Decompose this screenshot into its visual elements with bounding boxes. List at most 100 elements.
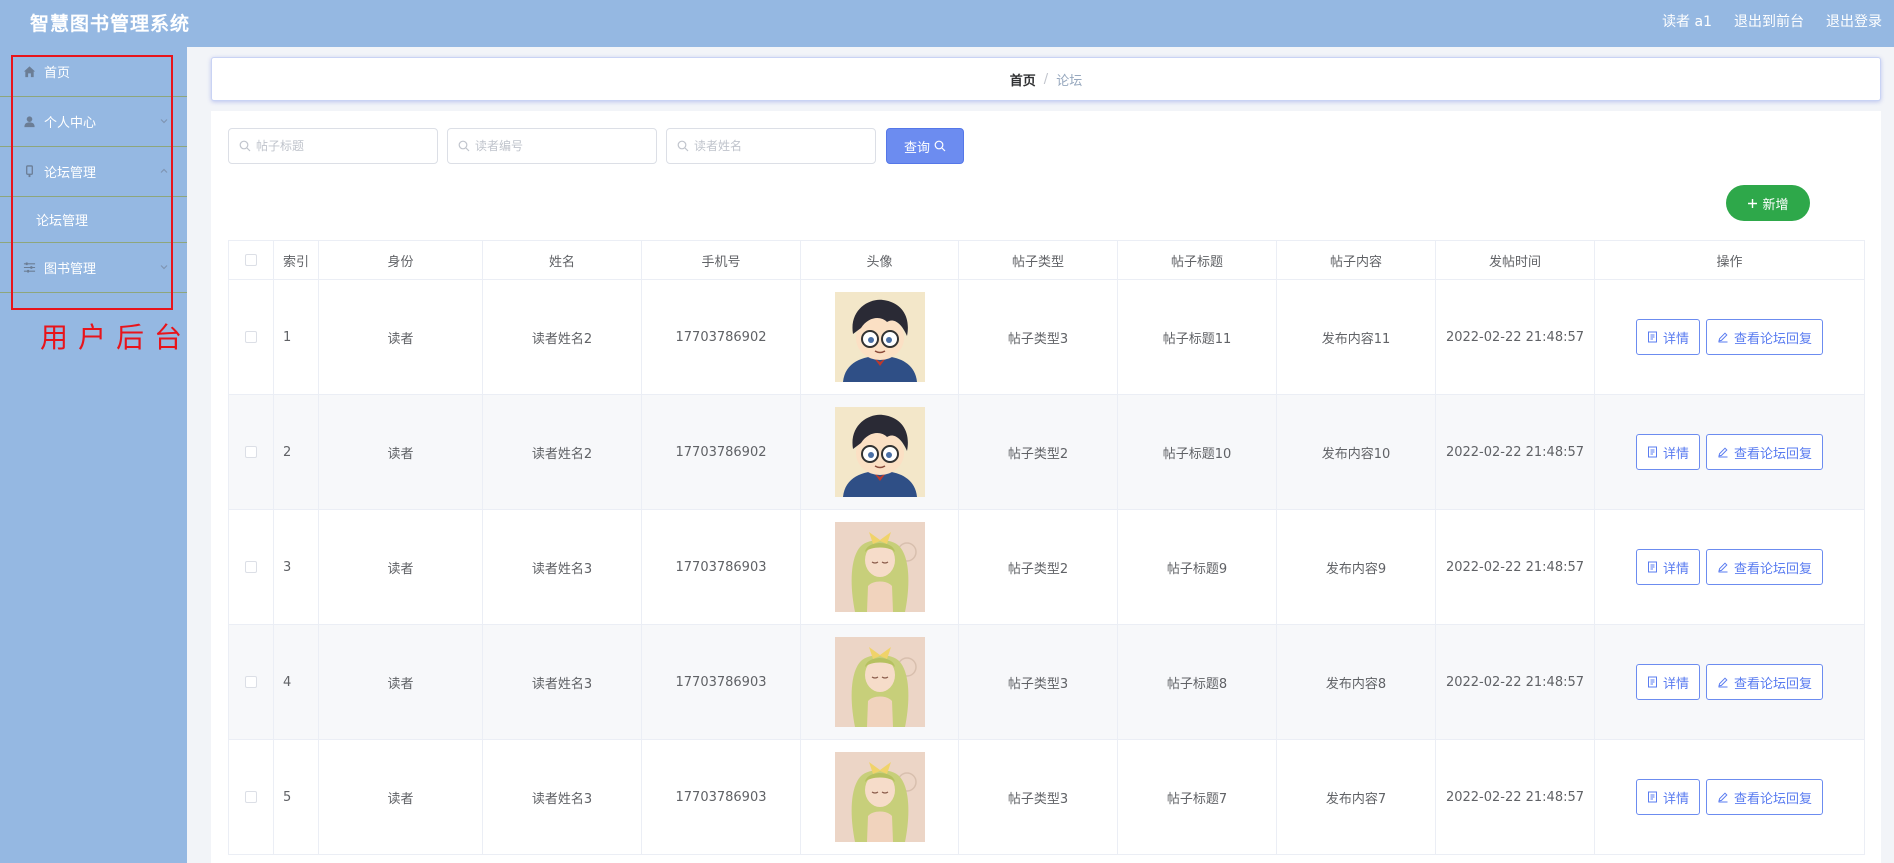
table-row: 4 读者 读者姓名3 17703786903 帖子类型3 帖子标题8 发布内容8 2022-0… [228,624,1865,740]
reader-id-input[interactable] [475,139,645,153]
header-actions: 读者 a1 退出到前台 退出登录 [1662,11,1882,31]
detail-button[interactable]: 详情 [1635,319,1700,355]
row-checkbox[interactable] [245,446,257,458]
sidebar-item-label: 个人中心 [44,116,97,131]
view-replies-button[interactable]: 查看论坛回复 [1706,434,1824,470]
select-all-checkbox[interactable] [245,254,257,266]
detail-button[interactable]: 详情 [1635,779,1700,815]
post-type-cell: 帖子类型2 [958,509,1118,625]
view-replies-button-label: 查看论坛回复 [1734,561,1813,577]
identity-cell: 读者 [318,624,483,740]
row-actions: 详情 查看论坛回复 [1595,779,1864,815]
post-content-cell: 发布内容8 [1276,624,1436,740]
actions-cell: 详情 查看论坛回复 [1594,279,1865,395]
post-title-cell: 帖子标题9 [1117,509,1277,625]
sidebar-item-forum-management[interactable]: 论坛管理 [0,147,187,197]
sidebar-item-label: 论坛管理 [44,166,97,181]
detail-button[interactable]: 详情 [1635,664,1700,700]
detail-button-label: 详情 [1662,331,1689,347]
table-row: 3 读者 读者姓名3 17703786903 帖子类型2 帖子标题9 发布内容9 2022-0… [228,509,1865,625]
post-title-input[interactable] [256,139,426,153]
post-time-cell: 2022-02-22 21:48:57 [1435,624,1595,740]
name-cell: 读者姓名3 [482,624,642,740]
add-button[interactable]: 新增 [1726,185,1810,221]
checkbox-cell [228,509,274,625]
row-actions: 详情 查看论坛回复 [1595,434,1864,470]
row-checkbox[interactable] [245,791,257,803]
row-actions: 详情 查看论坛回复 [1595,664,1864,700]
sidebar-item-personal-center[interactable]: 个人中心 [0,97,187,147]
reader-name-search-field[interactable] [666,128,876,164]
breadcrumb: 首页 / 论坛 [211,57,1881,101]
document-icon [1647,676,1657,688]
avatar-cell [800,279,959,395]
query-button[interactable]: 查询 [886,128,964,164]
index-cell: 3 [273,509,319,625]
table-row: 5 读者 读者姓名3 17703786903 帖子类型3 帖子标题7 发布内容7 2022-0… [228,739,1865,855]
column-header: 身份 [318,240,483,280]
phone-cell: 17703786903 [641,509,801,625]
post-title-cell: 帖子标题11 [1117,279,1277,395]
name-cell: 读者姓名3 [482,509,642,625]
view-replies-button-label: 查看论坛回复 [1734,331,1813,347]
avatar [834,522,925,612]
column-header: 帖子标题 [1117,240,1277,280]
column-header: 头像 [800,240,959,280]
view-replies-button[interactable]: 查看论坛回复 [1706,549,1824,585]
avatar-cell [800,394,959,510]
view-replies-button-label: 查看论坛回复 [1734,676,1813,692]
avatar [834,752,925,842]
detail-button-label: 详情 [1662,446,1689,462]
detail-button[interactable]: 详情 [1635,434,1700,470]
detail-button-label: 详情 [1662,791,1689,807]
column-header: 操作 [1594,240,1865,280]
sidebar-item-book-management[interactable]: 图书管理 [0,243,187,293]
home-icon [22,65,36,79]
breadcrumb-home[interactable]: 首页 [1010,70,1036,89]
breadcrumb-separator: / [1043,71,1049,87]
identity-cell: 读者 [318,509,483,625]
table-header-row: 索引 身份 姓名 手机号 头像 帖子类型 帖子标题 帖子内容 发帖时间 操作 [228,240,1865,280]
sidebar-item-home[interactable]: 首页 [0,47,187,97]
search-icon [239,140,251,152]
column-header: 索引 [273,240,319,280]
post-title-search-field[interactable] [228,128,438,164]
index-cell: 4 [273,624,319,740]
exit-to-front-link[interactable]: 退出到前台 [1734,11,1804,31]
forum-table: 索引 身份 姓名 手机号 头像 帖子类型 帖子标题 帖子内容 发帖时间 操作 1… [228,240,1865,855]
avatar-cell [800,509,959,625]
view-replies-button[interactable]: 查看论坛回复 [1706,664,1824,700]
view-replies-button[interactable]: 查看论坛回复 [1706,319,1824,355]
phone-cell: 17703786902 [641,279,801,395]
index-cell: 1 [273,279,319,395]
reader-id-search-field[interactable] [447,128,657,164]
row-checkbox[interactable] [245,331,257,343]
sidebar: 首页 个人中心 论坛管理 论坛管理 图书管理 [0,47,187,863]
post-title-cell: 帖子标题10 [1117,394,1277,510]
detail-button-label: 详情 [1662,561,1689,577]
post-title-cell: 帖子标题8 [1117,624,1277,740]
table-row: 1 读者 读者姓名2 17703786902 帖子类型3 帖子标题11 发布内容11 2022… [228,279,1865,395]
current-user-label: 读者 a1 [1662,14,1712,30]
identity-cell: 读者 [318,279,483,395]
actions-cell: 详情 查看论坛回复 [1594,394,1865,510]
chevron-up-icon [159,165,169,180]
sidebar-item-label: 首页 [44,66,71,81]
name-cell: 读者姓名3 [482,739,642,855]
index-cell: 2 [273,394,319,510]
sidebar-subitem-forum-management[interactable]: 论坛管理 [0,197,187,243]
breadcrumb-current: 论坛 [1056,73,1083,89]
chevron-down-icon [159,261,169,276]
detail-button[interactable]: 详情 [1635,549,1700,585]
logout-link[interactable]: 退出登录 [1826,11,1882,31]
post-type-cell: 帖子类型2 [958,394,1118,510]
post-title-cell: 帖子标题7 [1117,739,1277,855]
identity-cell: 读者 [318,739,483,855]
column-header: 帖子类型 [958,240,1118,280]
view-replies-button[interactable]: 查看论坛回复 [1706,779,1824,815]
post-content-cell: 发布内容11 [1276,279,1436,395]
row-checkbox[interactable] [245,676,257,688]
user-icon [22,115,36,129]
row-checkbox[interactable] [245,561,257,573]
reader-name-input[interactable] [694,139,864,153]
